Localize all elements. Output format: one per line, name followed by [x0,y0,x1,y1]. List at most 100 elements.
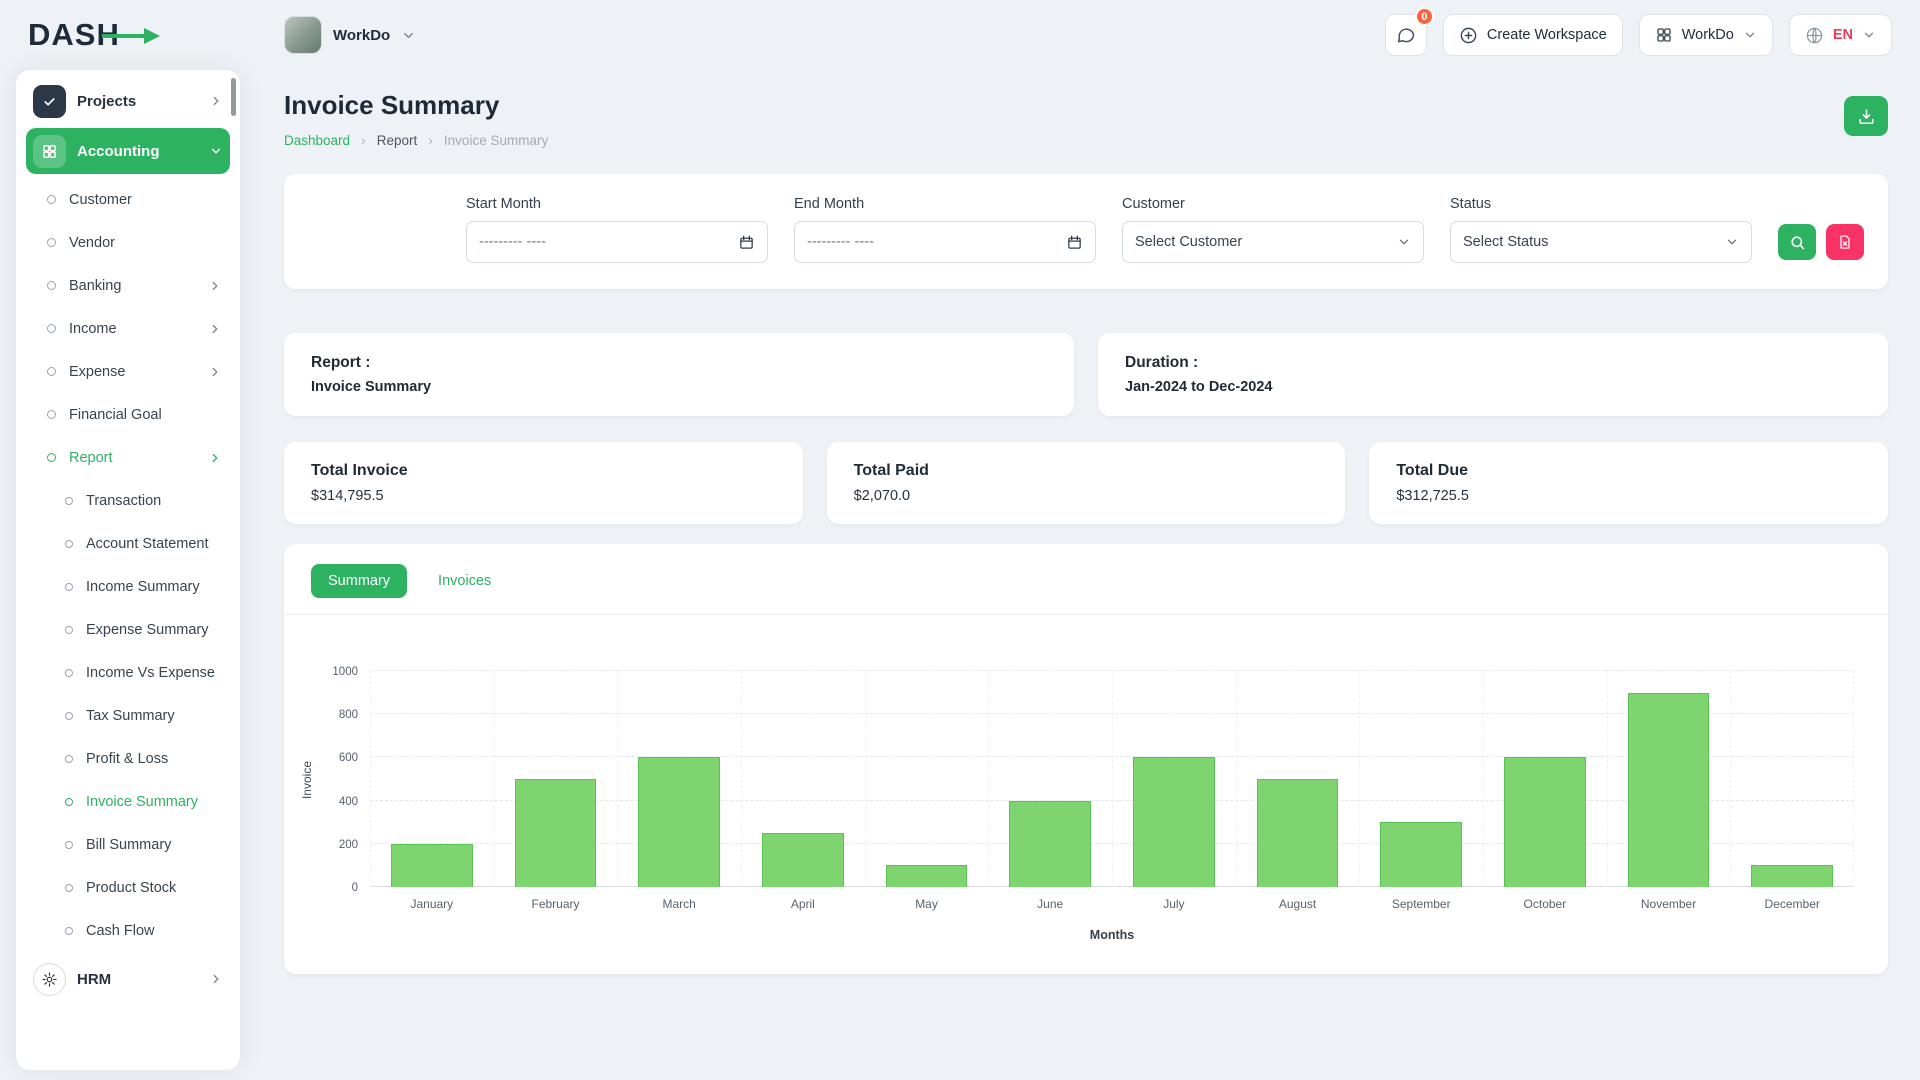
chart-column-september [1359,671,1483,887]
end-month-input[interactable]: --------- ---- [794,221,1096,263]
chart-x-tick: March [617,897,741,911]
bar-november[interactable] [1628,693,1710,887]
bullet-icon [47,324,56,333]
filter-card: Start Month --------- ---- End Month ---… [284,174,1888,289]
create-workspace-button[interactable]: Create Workspace [1443,14,1623,56]
workdo-apps-button[interactable]: WorkDo [1639,14,1773,56]
sidebar-item-report[interactable]: Report [16,436,240,479]
top-header: DASH WorkDo 0 Create Workspace WorkDo [0,0,1920,70]
chart-column-october [1483,671,1607,887]
report-info-label: Report : [311,354,1047,372]
chart-x-labels: JanuaryFebruaryMarchAprilMayJuneJulyAugu… [370,897,1854,911]
breadcrumb-separator-icon: › [428,132,433,148]
bar-october[interactable] [1504,757,1586,887]
sidebar-item-account-statement[interactable]: Account Statement [16,522,240,565]
sidebar-item-cash-flow[interactable]: Cash Flow [16,909,240,952]
bullet-icon [47,238,56,247]
language-selector[interactable]: EN [1789,14,1892,56]
app-logo[interactable]: DASH [28,17,268,53]
projects-icon [33,85,66,118]
report-info-value: Invoice Summary [311,379,1047,395]
reset-filter-button[interactable] [1826,224,1864,260]
sidebar-item-income-vs-expense[interactable]: Income Vs Expense [16,651,240,694]
total-paid-value: $2,070.0 [854,488,1319,504]
messages-button[interactable]: 0 [1385,14,1427,56]
chevron-right-icon [208,451,222,465]
breadcrumb-report[interactable]: Report [377,133,418,148]
bar-august[interactable] [1257,779,1339,887]
download-button[interactable] [1844,96,1888,136]
sidebar-item-invoice-summary[interactable]: Invoice Summary [16,780,240,823]
sidebar-item-expense-summary[interactable]: Expense Summary [16,608,240,651]
sidebar-item-banking[interactable]: Banking [16,264,240,307]
logo-arrow-icon [102,28,160,44]
bar-july[interactable] [1133,757,1215,887]
bullet-icon [65,927,73,935]
notification-badge: 0 [1415,7,1434,26]
chart-column-june [988,671,1112,887]
customer-select[interactable]: Select Customer [1122,221,1424,263]
bar-march[interactable] [638,757,720,887]
sidebar-item-transaction[interactable]: Transaction [16,479,240,522]
bar-may[interactable] [886,865,968,887]
total-invoice-card: Total Invoice $314,795.5 [284,442,803,524]
duration-info-label: Duration : [1125,354,1861,372]
chart-y-tick: 800 [339,709,358,721]
plus-circle-icon [1459,26,1478,45]
start-month-input[interactable]: --------- ---- [466,221,768,263]
sidebar-item-customer[interactable]: Customer [16,178,240,221]
chevron-down-icon [1743,28,1757,42]
breadcrumb-current: Invoice Summary [444,133,548,148]
total-paid-label: Total Paid [854,462,1319,480]
sidebar-item-accounting[interactable]: Accounting [26,128,230,174]
total-due-value: $312,725.5 [1396,488,1861,504]
bullet-icon [65,755,73,763]
sidebar-item-vendor[interactable]: Vendor [16,221,240,264]
sidebar-item-hrm[interactable]: HRM [26,956,230,1002]
chart-x-tick: February [494,897,618,911]
sidebar-item-profit-loss[interactable]: Profit & Loss [16,737,240,780]
bullet-icon [47,281,56,290]
sidebar-item-projects[interactable]: Projects [26,78,230,124]
invoice-chart: Invoice 02004006008001000 JanuaryFebruar… [284,615,1888,942]
workspace-selector[interactable]: WorkDo [284,16,416,54]
sidebar-item-income-summary[interactable]: Income Summary [16,565,240,608]
bar-january[interactable] [391,844,473,887]
sidebar-item-financial-goal[interactable]: Financial Goal [16,393,240,436]
workspace-avatar [284,16,322,54]
sidebar-scrollbar[interactable] [231,78,236,116]
total-invoice-label: Total Invoice [311,462,776,480]
duration-info-value: Jan-2024 to Dec-2024 [1125,379,1861,395]
tab-invoices[interactable]: Invoices [421,564,508,598]
status-label: Status [1450,196,1752,212]
sidebar-item-income[interactable]: Income [16,307,240,350]
bullet-icon [65,583,73,591]
bullet-icon [65,841,73,849]
apply-filter-button[interactable] [1778,224,1816,260]
chevron-right-icon [208,365,222,379]
bar-december[interactable] [1751,865,1833,887]
sidebar-item-bill-summary[interactable]: Bill Summary [16,823,240,866]
bar-april[interactable] [762,833,844,887]
chart-x-tick: June [988,897,1112,911]
bullet-icon [65,497,73,505]
chart-column-march [617,671,741,887]
chart-column-january [370,671,494,887]
breadcrumb-dashboard[interactable]: Dashboard [284,133,350,148]
sidebar-item-expense[interactable]: Expense [16,350,240,393]
bar-june[interactable] [1009,801,1091,887]
chart-x-tick: August [1236,897,1360,911]
total-invoice-value: $314,795.5 [311,488,776,504]
chart-x-tick: October [1483,897,1607,911]
bar-february[interactable] [515,779,597,887]
bullet-icon [47,195,56,204]
sidebar-item-tax-summary[interactable]: Tax Summary [16,694,240,737]
tab-summary[interactable]: Summary [311,564,407,598]
chevron-down-icon [209,144,223,158]
total-paid-card: Total Paid $2,070.0 [827,442,1346,524]
sidebar-item-product-stock[interactable]: Product Stock [16,866,240,909]
globe-icon [1805,26,1824,45]
status-select[interactable]: Select Status [1450,221,1752,263]
bar-september[interactable] [1380,822,1462,887]
start-month-label: Start Month [466,196,768,212]
